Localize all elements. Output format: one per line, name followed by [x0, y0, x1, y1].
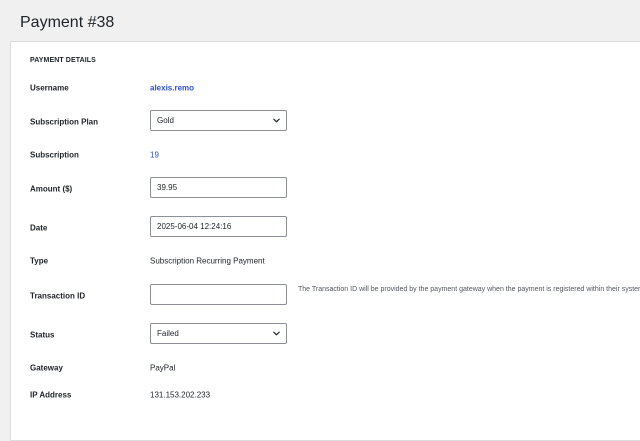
- type-label: Type: [30, 256, 49, 266]
- transaction-id-label: Transaction ID: [30, 291, 86, 301]
- status-label: Status: [30, 330, 55, 340]
- transaction-id-help: The Transaction ID will be provided by t…: [298, 286, 640, 293]
- subscription-label: Subscription: [30, 150, 79, 160]
- row-transaction-id: Transaction ID The Transaction ID will b…: [30, 284, 640, 308]
- subscription-plan-select[interactable]: Gold: [150, 110, 287, 131]
- date-input[interactable]: [150, 216, 287, 237]
- subscription-plan-label: Subscription Plan: [30, 117, 99, 127]
- status-select[interactable]: Failed: [150, 323, 287, 344]
- username-label: Username: [30, 83, 69, 93]
- subscription-link[interactable]: 19: [150, 151, 159, 160]
- row-amount: Amount ($): [30, 177, 640, 201]
- status-selected-value: Failed: [157, 329, 179, 338]
- section-title: PAYMENT DETAILS: [30, 57, 96, 64]
- row-subscription-plan: Subscription Plan Gold: [30, 110, 640, 134]
- username-link[interactable]: alexis.remo: [150, 84, 194, 93]
- chevron-down-icon: [273, 118, 280, 123]
- row-ip-address: IP Address 131.153.202.233: [30, 383, 640, 407]
- amount-label: Amount ($): [30, 184, 73, 194]
- row-type: Type Subscription Recurring Payment: [30, 249, 640, 273]
- chevron-down-icon: [273, 331, 280, 336]
- ip-address-label: IP Address: [30, 390, 72, 400]
- row-username: Username alexis.remo: [30, 76, 640, 100]
- type-value: Subscription Recurring Payment: [150, 256, 265, 266]
- gateway-label: Gateway: [30, 363, 63, 373]
- subscription-plan-selected-value: Gold: [157, 116, 174, 125]
- ip-address-value: 131.153.202.233: [150, 390, 211, 400]
- row-status: Status Failed: [30, 323, 640, 347]
- page-title: Payment #38: [20, 14, 115, 31]
- transaction-id-input[interactable]: [150, 284, 287, 305]
- payment-details-panel: PAYMENT DETAILS Username alexis.remo Sub…: [10, 41, 640, 441]
- row-gateway: Gateway PayPal: [30, 356, 640, 380]
- row-subscription: Subscription 19: [30, 143, 640, 167]
- date-label: Date: [30, 223, 48, 233]
- amount-input[interactable]: [150, 177, 287, 198]
- row-date: Date: [30, 216, 640, 240]
- gateway-value: PayPal: [150, 363, 176, 373]
